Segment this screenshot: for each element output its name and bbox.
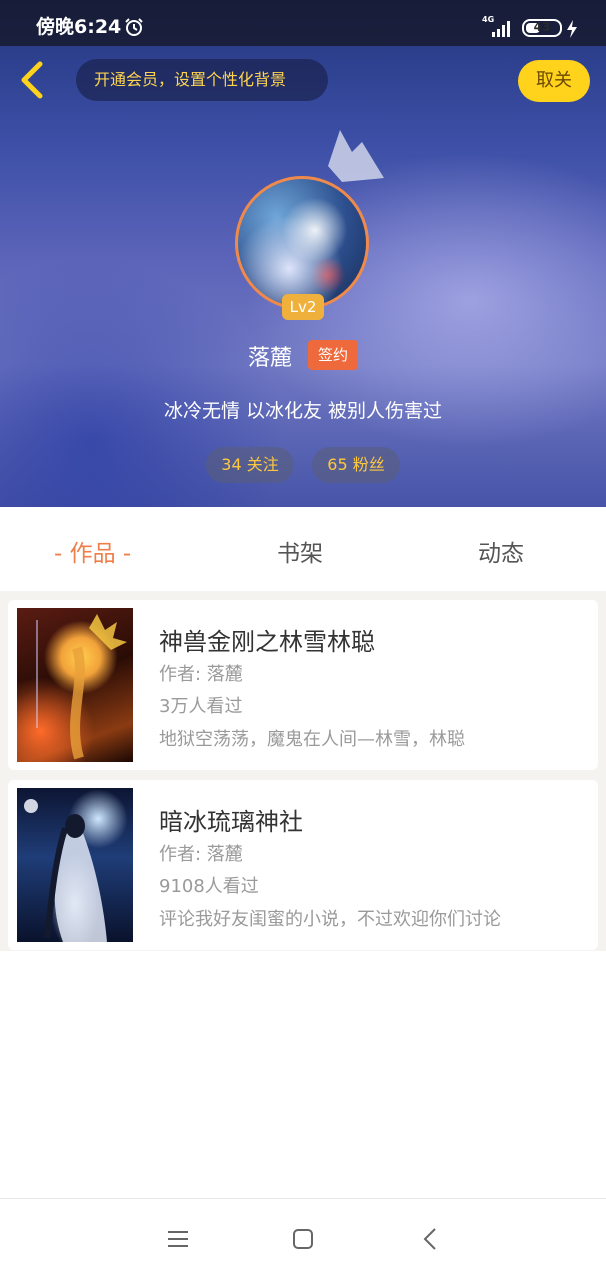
profile-header: 傍晚6:24 4G 43 开通会员，设置个性化背景 取关 Lv2 落麓 签约 冰… — [0, 0, 606, 507]
book-cover — [17, 608, 133, 762]
unfollow-button[interactable]: 取关 — [518, 60, 590, 102]
fans-count-button[interactable]: 65 粉丝 — [312, 447, 400, 483]
book-author: 作者: 落麓 — [159, 844, 243, 865]
profile-bio: 冰冷无情 以冰化友 被别人伤害过 — [163, 400, 443, 422]
charging-icon — [567, 20, 577, 38]
book-description: 评论我好友闺蜜的小说，不过欢迎你们讨论 — [159, 909, 501, 930]
book-title: 神兽金刚之林雪林聪 — [159, 628, 375, 656]
following-count-button[interactable]: 34 关注 — [206, 447, 294, 483]
avatar[interactable] — [235, 176, 369, 310]
signal-icon — [492, 21, 510, 37]
status-bar: 傍晚6:24 4G 43 — [0, 0, 606, 46]
home-icon[interactable] — [289, 1225, 317, 1253]
book-view-count: 3万人看过 — [159, 696, 243, 717]
status-time: 傍晚6:24 — [36, 16, 122, 38]
username: 落麓 — [248, 346, 293, 371]
book-view-count: 9108人看过 — [159, 876, 259, 897]
battery-icon: 43 — [522, 19, 562, 37]
tab-works[interactable]: - 作品 - — [54, 534, 131, 568]
tab-bookshelf[interactable]: 书架 — [277, 534, 323, 568]
signed-author-badge: 签约 — [308, 340, 358, 370]
vip-background-prompt[interactable]: 开通会员，设置个性化背景 — [76, 59, 328, 101]
list-item[interactable]: 神兽金刚之林雪林聪 作者: 落麓 3万人看过 地狱空荡荡，魔鬼在人间—林雪，林聪 — [8, 600, 598, 770]
back-button[interactable] — [14, 58, 50, 102]
alarm-icon — [125, 18, 143, 36]
book-cover-art — [36, 614, 127, 760]
tab-activity[interactable]: 动态 — [478, 534, 524, 568]
battery-level: 43 — [533, 20, 551, 34]
back-arrow-icon[interactable] — [417, 1225, 445, 1253]
book-title: 暗冰琉璃神社 — [159, 808, 303, 836]
book-cover — [17, 788, 133, 942]
level-badge: Lv2 — [282, 294, 324, 320]
profile-tabs: - 作品 - 书架 动态 — [0, 507, 606, 591]
system-nav-bar — [0, 1198, 606, 1280]
book-description: 地狱空荡荡，魔鬼在人间—林雪，林聪 — [159, 729, 465, 750]
book-cover-art — [24, 799, 107, 942]
list-item[interactable]: 暗冰琉璃神社 作者: 落麓 9108人看过 评论我好友闺蜜的小说，不过欢迎你们讨… — [8, 780, 598, 950]
menu-icon[interactable] — [164, 1225, 192, 1253]
book-author: 作者: 落麓 — [159, 664, 243, 685]
